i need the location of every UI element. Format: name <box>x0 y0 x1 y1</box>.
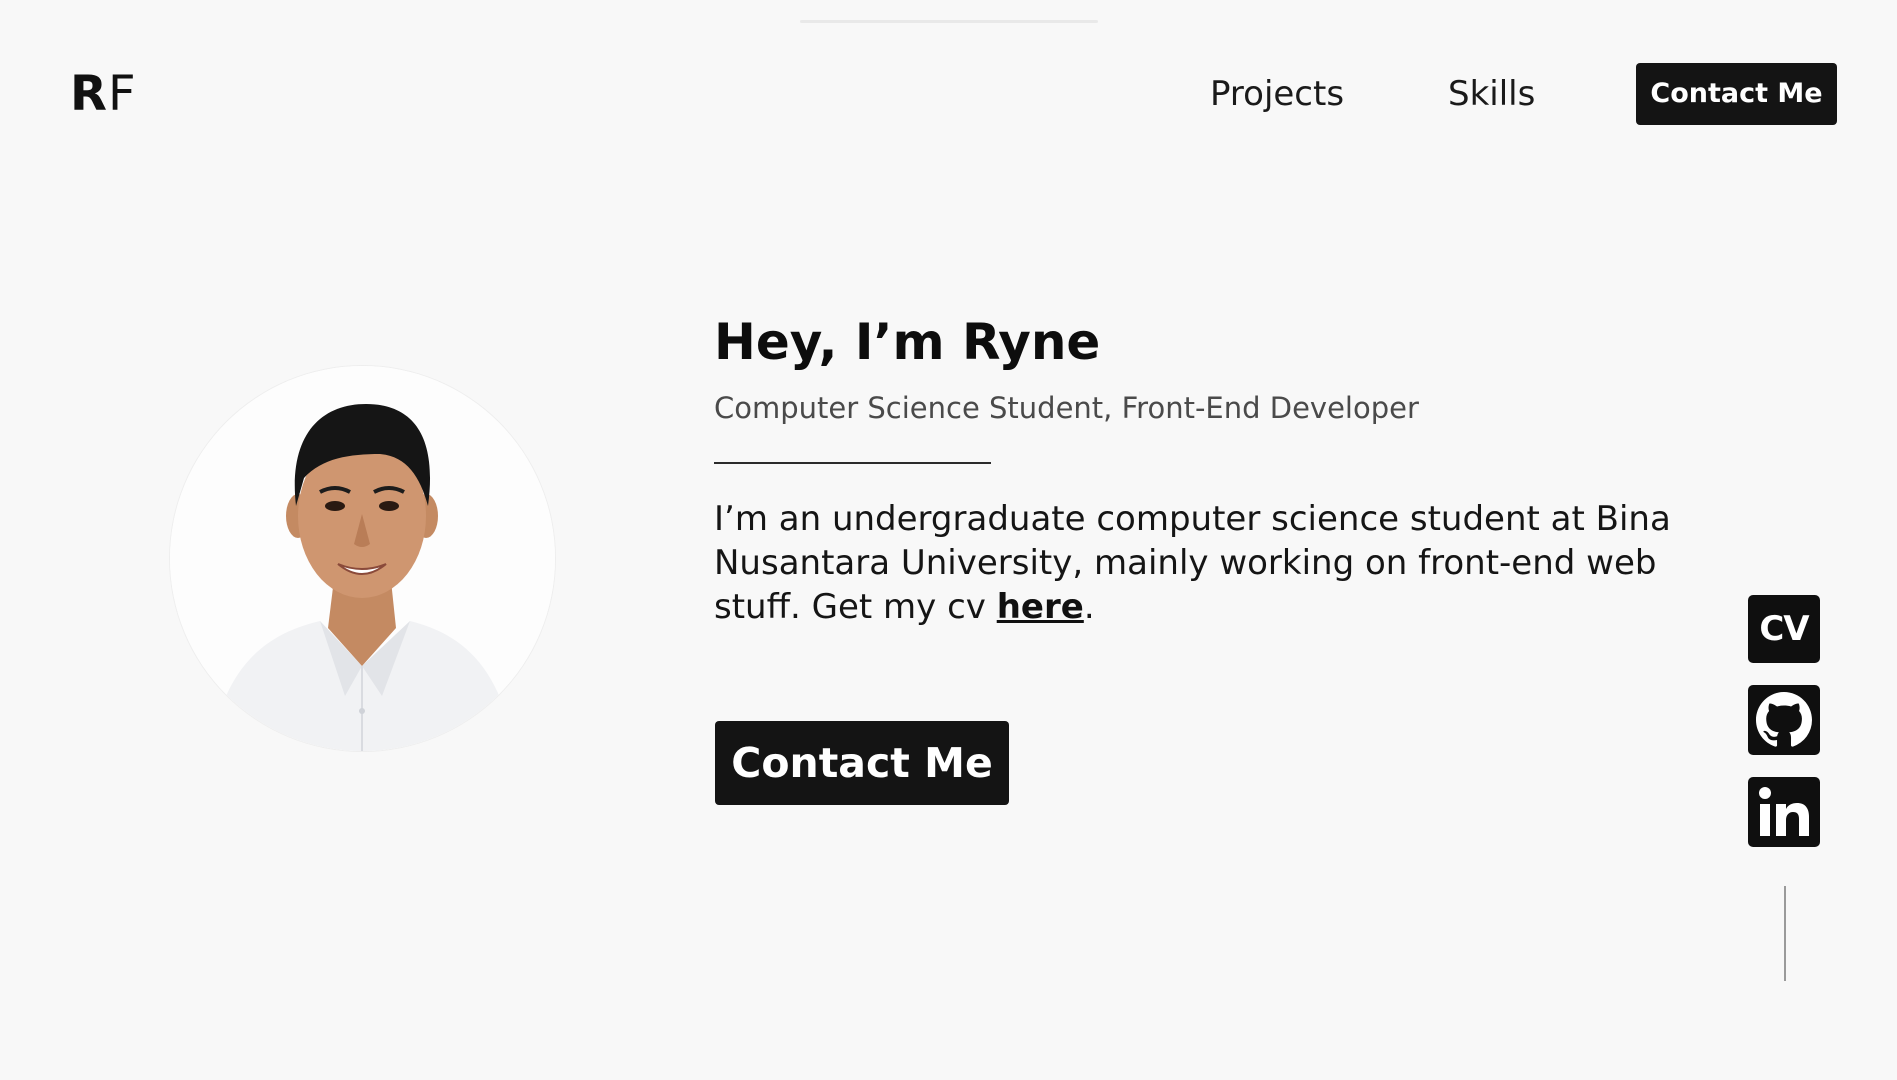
logo-letter-f: F <box>107 66 137 122</box>
nav-projects-link[interactable]: Projects <box>1210 70 1344 118</box>
linkedin-icon <box>1759 787 1809 836</box>
cv-link-button[interactable]: CV <box>1748 595 1820 663</box>
cv-icon: CV <box>1759 609 1809 649</box>
hero-contact-button[interactable]: Contact Me <box>715 721 1009 805</box>
hero-title: Hey, I’m Ryne <box>714 313 1101 371</box>
hero-bio: I’m an undergraduate computer science st… <box>714 497 1674 629</box>
github-icon <box>1756 692 1812 747</box>
site-logo[interactable]: RF <box>70 66 137 122</box>
hero-subtitle: Computer Science Student, Front-End Deve… <box>714 391 1419 425</box>
linkedin-link-button[interactable] <box>1748 777 1820 847</box>
scroll-indicator <box>800 20 1098 23</box>
header-contact-button[interactable]: Contact Me <box>1636 63 1837 125</box>
social-divider-line <box>1784 886 1786 981</box>
github-link-button[interactable] <box>1748 685 1820 755</box>
bio-text: I’m an undergraduate computer science st… <box>714 499 1671 627</box>
cv-here-link[interactable]: here <box>997 587 1084 627</box>
nav-skills-link[interactable]: Skills <box>1448 70 1535 118</box>
bio-period: . <box>1083 587 1095 627</box>
portfolio-page: RF Projects Skills Contact Me Hey, I’m R… <box>0 0 1897 1080</box>
profile-photo <box>170 366 555 751</box>
logo-letter-r: R <box>70 66 108 122</box>
hero-divider <box>714 462 991 464</box>
